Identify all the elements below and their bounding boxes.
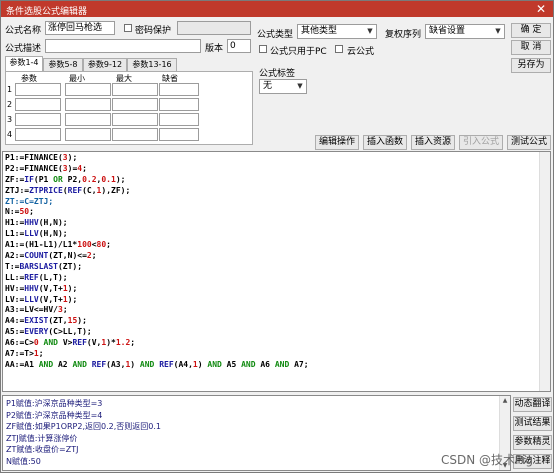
code-line: LL:=REF(L,T);	[5, 272, 68, 282]
password-protect-checkbox[interactable]	[124, 24, 132, 32]
param-4-max-input[interactable]	[112, 128, 158, 141]
code-line: P1:=FINANCE(3);	[5, 153, 78, 162]
code-editor[interactable]: P1:=FINANCE(3); P2:=FINANCE(3)=4; ZF:=IF(P…	[2, 151, 551, 392]
param-row-number: 2	[7, 100, 13, 109]
tab-params-13-16[interactable]: 参数13-16	[127, 58, 177, 71]
translation-output[interactable]: P1赋值:沪深京品种类型=3 P2赋值:沪深京品种类型=4 ZF赋值:如果P1ORP…	[2, 395, 511, 471]
translation-line: ZTJ赋值:计算涨停价	[6, 433, 78, 443]
param-row-number: 4	[7, 130, 13, 139]
param-2-min-input[interactable]	[65, 98, 111, 111]
code-line: A1:=(H1-L1)/L1*100<80;	[5, 240, 111, 250]
reweight-value: 缺省设置	[429, 26, 466, 36]
code-line: N:=50;	[5, 207, 34, 217]
chevron-down-icon: ▼	[495, 27, 501, 35]
param-1-default-input[interactable]	[159, 83, 199, 96]
translation-line: ZF赋值:如果P1ORP2,返回0.2,否则返回0.1	[6, 422, 161, 431]
param-4-default-input[interactable]	[159, 128, 199, 141]
param-row-number: 1	[7, 85, 13, 94]
code-line: AA:=A1 AND A2 AND REF(A3,1) AND REF(A4,1…	[5, 359, 309, 369]
code-text: P1:=FINANCE(3); P2:=FINANCE(3)=4; ZF:=IF(P…	[5, 153, 309, 371]
tab-params-9-12[interactable]: 参数9-12	[83, 58, 127, 71]
reweight-label: 复权序列	[385, 30, 422, 40]
translation-line: N赋值:50	[6, 456, 41, 466]
code-line: A7:=T>1;	[5, 349, 44, 359]
edit-ops-button[interactable]: 编辑操作	[315, 135, 359, 150]
param-1-max-input[interactable]	[112, 83, 158, 96]
password-input[interactable]	[177, 21, 251, 35]
code-line: ZT:=C=ZTJ;	[5, 196, 54, 206]
translation-line: P2赋值:沪深京品种类型=4	[6, 410, 103, 420]
code-line: HV:=HHV(V,T+1);	[5, 283, 78, 293]
password-protect-label: 密码保护	[135, 26, 172, 36]
formula-name-input[interactable]: 涨停回马枪选	[45, 21, 115, 35]
param-2-name-input[interactable]	[15, 98, 61, 111]
formula-tag-value: 无	[263, 81, 273, 91]
title-bar[interactable]: 条件选股公式编辑器 ✕	[1, 1, 553, 17]
cloud-formula-label: 云公式	[347, 47, 375, 57]
code-line: T:=BARSLAST(ZT);	[5, 261, 83, 271]
param-2-max-input[interactable]	[112, 98, 158, 111]
translation-line: ZT赋值:收盘价=ZTJ	[6, 445, 79, 454]
translation-text: P1赋值:沪深京品种类型=3 P2赋值:沪深京品种类型=4 ZF赋值:如果P1ORP…	[6, 398, 161, 467]
chevron-down-icon: ▼	[297, 82, 303, 90]
code-line: A4:=EXIST(ZT,15);	[5, 316, 87, 326]
insert-resource-button[interactable]: 插入资源	[411, 135, 455, 150]
editor-scrollbar[interactable]	[539, 152, 550, 391]
param-wizard-button[interactable]: 参数精灵	[513, 435, 552, 450]
save-as-button[interactable]: 另存为	[511, 58, 551, 73]
formula-desc-label: 公式描述	[5, 44, 42, 54]
param-1-min-input[interactable]	[65, 83, 111, 96]
param-3-default-input[interactable]	[159, 113, 199, 126]
test-result-button[interactable]: 测试结果	[513, 416, 552, 431]
reweight-select[interactable]: 缺省设置 ▼	[425, 24, 505, 39]
formula-type-select[interactable]: 其他类型 ▼	[297, 24, 377, 39]
formula-tag-select[interactable]: 无 ▼	[259, 79, 307, 94]
param-3-max-input[interactable]	[112, 113, 158, 126]
code-line: A6:=C>0 AND V>REF(V,1)*1.2;	[5, 338, 136, 348]
code-line: A2:=COUNT(ZT,N)<=2;	[5, 251, 97, 261]
cancel-button[interactable]: 取 消	[511, 40, 551, 55]
version-label: 版本	[205, 44, 224, 54]
window-title: 条件选股公式编辑器	[6, 7, 88, 17]
code-line: A5:=EVERY(C>LL,T);	[5, 327, 92, 337]
formula-editor-window: 条件选股公式编辑器 ✕ 公式名称 涨停回马枪选 密码保护 公式类型 其他类型 ▼…	[0, 0, 554, 473]
chevron-down-icon: ▼	[367, 27, 373, 35]
ok-button[interactable]: 确 定	[511, 23, 551, 38]
scroll-up-icon[interactable]: ▲	[500, 396, 510, 405]
formula-desc-input[interactable]	[45, 39, 201, 53]
param-3-name-input[interactable]	[15, 113, 61, 126]
test-formula-button[interactable]: 测试公式	[507, 135, 551, 150]
code-line: ZF:=IF(P1 OR P2,0.2,0.1);	[5, 174, 126, 184]
tab-params-1-4[interactable]: 参数1-4	[5, 56, 43, 72]
formula-tag-label: 公式标签	[259, 69, 296, 79]
version-input[interactable]: 0	[227, 39, 251, 53]
pc-only-label: 公式只用于PC	[270, 47, 327, 57]
formula-type-label: 公式类型	[257, 30, 294, 40]
import-formula-button[interactable]: 引入公式	[459, 135, 503, 150]
watermark-text: CSDN @技术Pig	[441, 453, 533, 467]
code-line: A3:=LV<=HV/3;	[5, 305, 68, 315]
param-4-name-input[interactable]	[15, 128, 61, 141]
code-line: L1:=LLV(H,N);	[5, 229, 68, 239]
param-row-number: 3	[7, 115, 13, 124]
param-4-min-input[interactable]	[65, 128, 111, 141]
close-icon[interactable]: ✕	[533, 1, 549, 17]
insert-function-button[interactable]: 插入函数	[363, 135, 407, 150]
code-line: P2:=FINANCE(3)=4;	[5, 163, 87, 173]
param-2-default-input[interactable]	[159, 98, 199, 111]
formula-type-value: 其他类型	[301, 26, 338, 36]
param-1-name-input[interactable]	[15, 83, 61, 96]
cloud-formula-checkbox[interactable]	[335, 45, 343, 53]
param-3-min-input[interactable]	[65, 113, 111, 126]
dynamic-translate-button[interactable]: 动态翻译	[513, 397, 552, 412]
formula-name-label: 公式名称	[5, 26, 42, 36]
translation-line: P1赋值:沪深京品种类型=3	[6, 399, 103, 408]
tab-params-5-8[interactable]: 参数5-8	[43, 58, 83, 71]
pc-only-checkbox[interactable]	[259, 45, 267, 53]
code-line: LV:=LLV(V,T+1);	[5, 294, 78, 304]
code-line: H1:=HHV(H,N);	[5, 218, 68, 228]
code-line: ZTJ:=ZTPRICE(REF(C,1),ZF);	[5, 185, 131, 195]
